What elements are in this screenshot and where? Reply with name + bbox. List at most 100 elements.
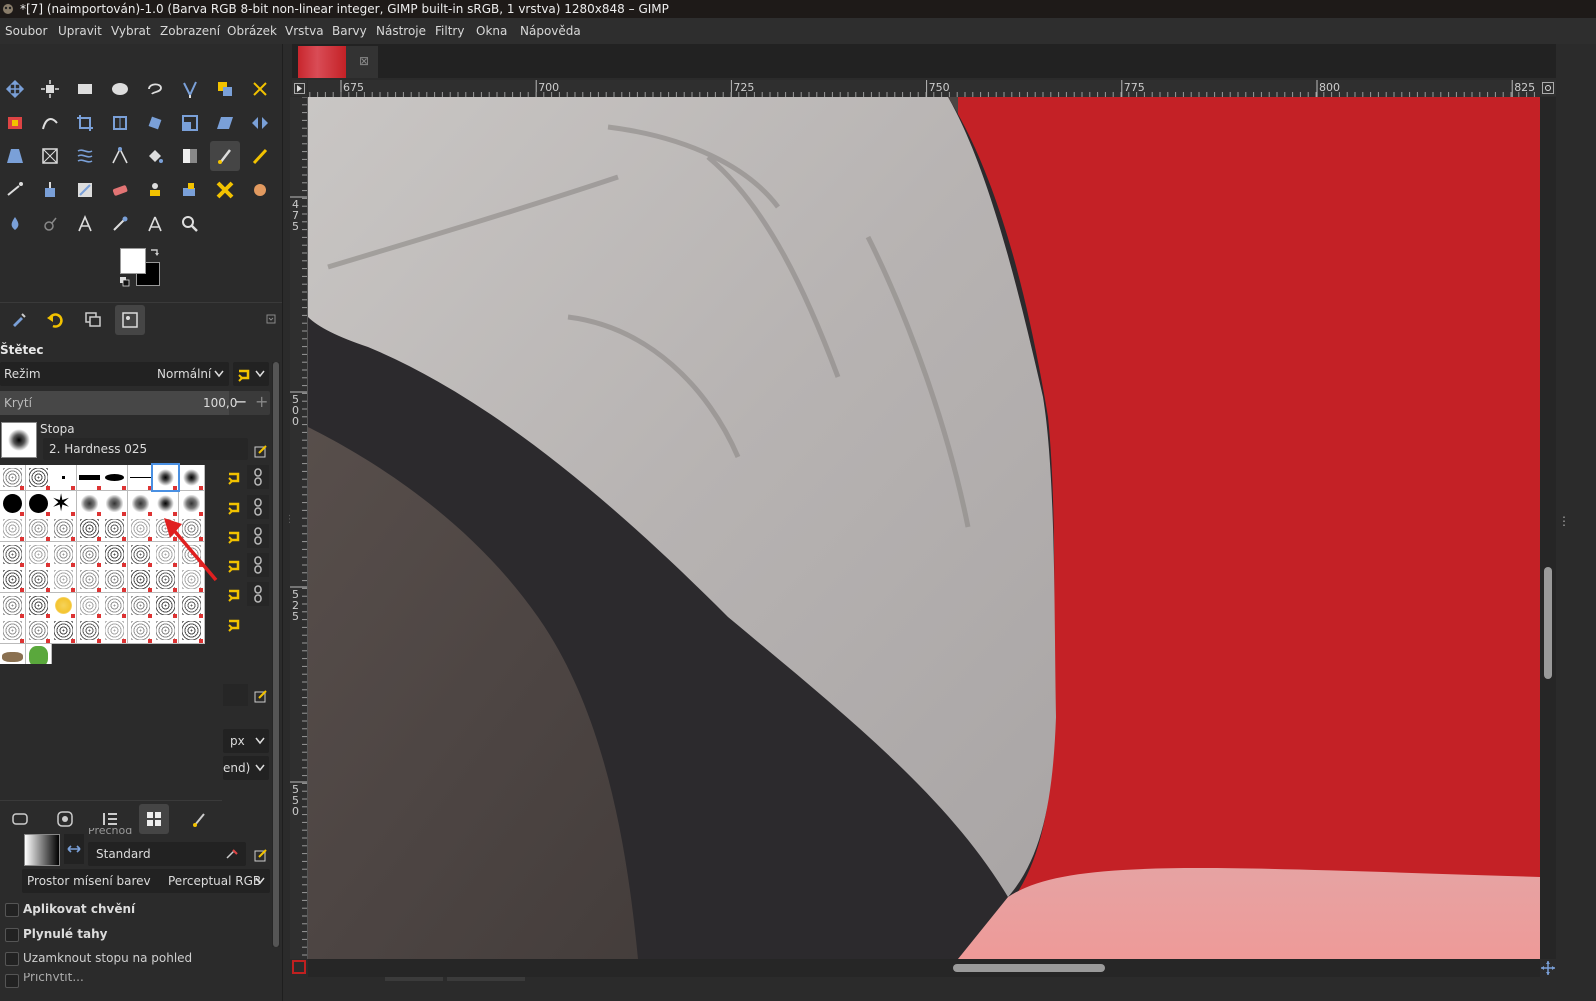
edit-brush-icon[interactable]: [254, 444, 268, 458]
quick-mask-icon[interactable]: [292, 960, 306, 974]
snap-checkbox[interactable]: [5, 974, 19, 988]
brush-cell[interactable]: [25, 465, 52, 491]
patterns-tab[interactable]: [50, 804, 80, 834]
crop-tool[interactable]: [70, 108, 100, 138]
brush-cell[interactable]: [25, 592, 52, 619]
brush-cell[interactable]: [25, 567, 52, 593]
brush-cell[interactable]: [51, 516, 77, 542]
brush-cell[interactable]: [51, 541, 77, 568]
chain-toggle-button[interactable]: [247, 495, 269, 519]
fuzzy-select-tool[interactable]: [175, 74, 205, 104]
image-canvas[interactable]: [308, 97, 1540, 959]
lasso-tool[interactable]: [140, 74, 170, 104]
brush-cell[interactable]: [102, 567, 128, 593]
default-colors-icon[interactable]: [120, 277, 130, 287]
clone-tool[interactable]: [140, 175, 170, 205]
brush-side-reset-button[interactable]: [223, 582, 245, 606]
brushes-grid-tab[interactable]: [139, 804, 169, 834]
brush-cell[interactable]: [102, 465, 128, 491]
ellipse-select-tool[interactable]: [105, 74, 135, 104]
brush-cell[interactable]: [0, 516, 26, 542]
brush-cell[interactable]: [51, 592, 77, 619]
gradient-name-field[interactable]: Standard: [88, 842, 246, 866]
menu-obrazek[interactable]: Obrázek: [227, 24, 277, 38]
quick-mask-menu-button[interactable]: [292, 80, 307, 96]
rotate-tool[interactable]: [140, 108, 170, 138]
brush-name-field[interactable]: 2. Hardness 025: [43, 438, 248, 460]
scale-tool[interactable]: [175, 108, 205, 138]
brush-cell[interactable]: [102, 618, 128, 644]
unified-transform-tool[interactable]: [105, 108, 135, 138]
eraser-tool[interactable]: [105, 175, 135, 205]
flip-tool[interactable]: [245, 108, 275, 138]
brush-cell[interactable]: [76, 618, 103, 644]
dodge-tool[interactable]: [35, 209, 65, 239]
chain-toggle-button[interactable]: [247, 553, 269, 577]
brush-cell[interactable]: [153, 465, 179, 491]
paintbrush-tool[interactable]: [210, 141, 240, 171]
brush-cell[interactable]: [0, 592, 26, 619]
brush-cell[interactable]: [0, 465, 26, 491]
mode-select[interactable]: Režim Normální: [0, 362, 229, 386]
brush-cell[interactable]: [76, 567, 103, 593]
brush-cell[interactable]: [178, 465, 205, 491]
brush-cell[interactable]: [0, 567, 26, 593]
edit-icon[interactable]: [254, 689, 268, 703]
brush-cell[interactable]: [153, 618, 179, 644]
undo-history-tab[interactable]: [40, 305, 70, 335]
brush-cell[interactable]: [25, 516, 52, 542]
tool-options-tab[interactable]: [4, 305, 34, 335]
horizontal-scrollbar[interactable]: [308, 959, 1540, 977]
measure-tool[interactable]: [140, 209, 170, 239]
menu-filtry[interactable]: Filtry: [435, 24, 464, 38]
brush-cell[interactable]: ✶: [51, 490, 77, 517]
brush-cell[interactable]: [102, 592, 128, 619]
perspective-clone-tool[interactable]: [210, 175, 240, 205]
paths-tool[interactable]: [35, 108, 65, 138]
brush-cell[interactable]: [102, 490, 128, 517]
dock-menu-icon[interactable]: [266, 314, 276, 324]
brush-cell[interactable]: [0, 541, 26, 568]
brush-cell[interactable]: [127, 541, 154, 568]
brush-cell[interactable]: [127, 618, 154, 644]
fg-bg-tab[interactable]: [5, 804, 35, 834]
perspective-tool[interactable]: [0, 141, 30, 171]
brush-side-reset-button[interactable]: [223, 495, 245, 519]
chain-toggle-button[interactable]: [247, 465, 269, 489]
zoom-tool[interactable]: [175, 209, 205, 239]
gradient-tool[interactable]: [175, 141, 205, 171]
cage-tool[interactable]: [35, 141, 65, 171]
brush-cell[interactable]: [51, 465, 77, 491]
chain-toggle-button[interactable]: [247, 582, 269, 606]
brush-cell[interactable]: [51, 618, 77, 644]
airbrush-tool[interactable]: [0, 175, 30, 205]
opacity-slider[interactable]: Krytí 100,0 − +: [0, 391, 270, 415]
vertical-scrollbar[interactable]: [1540, 97, 1556, 959]
horizontal-scrollbar-thumb[interactable]: [953, 964, 1105, 972]
brush-preview[interactable]: [1, 422, 37, 458]
mypaint-tool[interactable]: [70, 175, 100, 205]
menu-vybrat[interactable]: Vybrat: [111, 24, 151, 38]
smooth-stroke-checkbox[interactable]: [5, 928, 19, 942]
pencil-tool[interactable]: [245, 141, 275, 171]
dynamics-select[interactable]: end): [223, 756, 269, 780]
ink-tool[interactable]: [35, 175, 65, 205]
image-tab[interactable]: ⊠: [298, 46, 378, 78]
color-picker-tool[interactable]: [105, 209, 135, 239]
unit-select[interactable]: px: [223, 729, 269, 753]
bucket-fill-tool[interactable]: [140, 141, 170, 171]
brush-cell[interactable]: [127, 567, 154, 593]
menu-nastroje[interactable]: Nástroje: [376, 24, 426, 38]
blur-tool[interactable]: [0, 209, 30, 239]
brush-side-reset-button[interactable]: [223, 612, 245, 636]
shear-tool[interactable]: [210, 108, 240, 138]
zoom-follow-button[interactable]: [1541, 80, 1556, 96]
brush-cell[interactable]: [76, 516, 103, 542]
edit-gradient-icon[interactable]: [254, 848, 268, 862]
lock-brush-view-checkbox[interactable]: [5, 952, 19, 966]
brush-cell[interactable]: [127, 516, 154, 542]
brush-cell[interactable]: [76, 465, 103, 491]
brush-cell[interactable]: [178, 592, 205, 619]
swap-colors-icon[interactable]: [149, 247, 160, 258]
menu-vrstva[interactable]: Vrstva: [285, 24, 324, 38]
